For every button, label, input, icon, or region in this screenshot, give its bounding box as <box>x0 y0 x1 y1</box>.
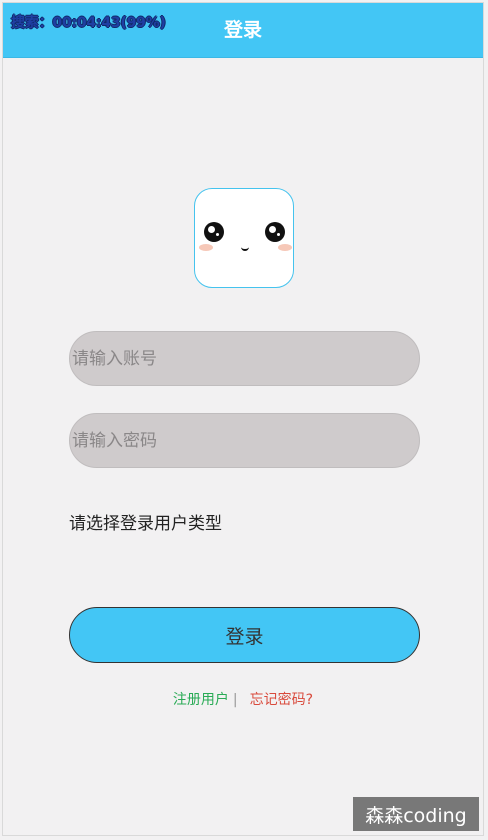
account-input[interactable] <box>69 331 420 386</box>
avatar <box>194 188 294 288</box>
password-input[interactable] <box>69 413 420 468</box>
mouth-icon <box>241 244 249 251</box>
app-frame: 登录 搜索：00:04:43(99%) 请选择登录用户类型 登录 注册用户| 忘记… <box>2 2 484 836</box>
left-blush-icon <box>199 244 213 251</box>
link-separator: | <box>232 692 238 708</box>
search-status-overlay: 搜索：00:04:43(99%) <box>11 15 166 31</box>
left-eye-icon <box>204 222 224 242</box>
header-bar: 登录 搜索：00:04:43(99%) <box>3 3 483 58</box>
forgot-password-link[interactable]: 忘记密码? <box>244 692 313 708</box>
login-button[interactable]: 登录 <box>69 607 420 663</box>
register-link[interactable]: 注册用户 <box>173 692 229 708</box>
user-type-select-label[interactable]: 请选择登录用户类型 <box>69 509 222 534</box>
right-eye-icon <box>265 222 285 242</box>
account-links: 注册用户 | 忘记密码? <box>3 689 483 709</box>
right-blush-icon <box>278 244 292 251</box>
watermark: 森森coding <box>353 797 479 831</box>
